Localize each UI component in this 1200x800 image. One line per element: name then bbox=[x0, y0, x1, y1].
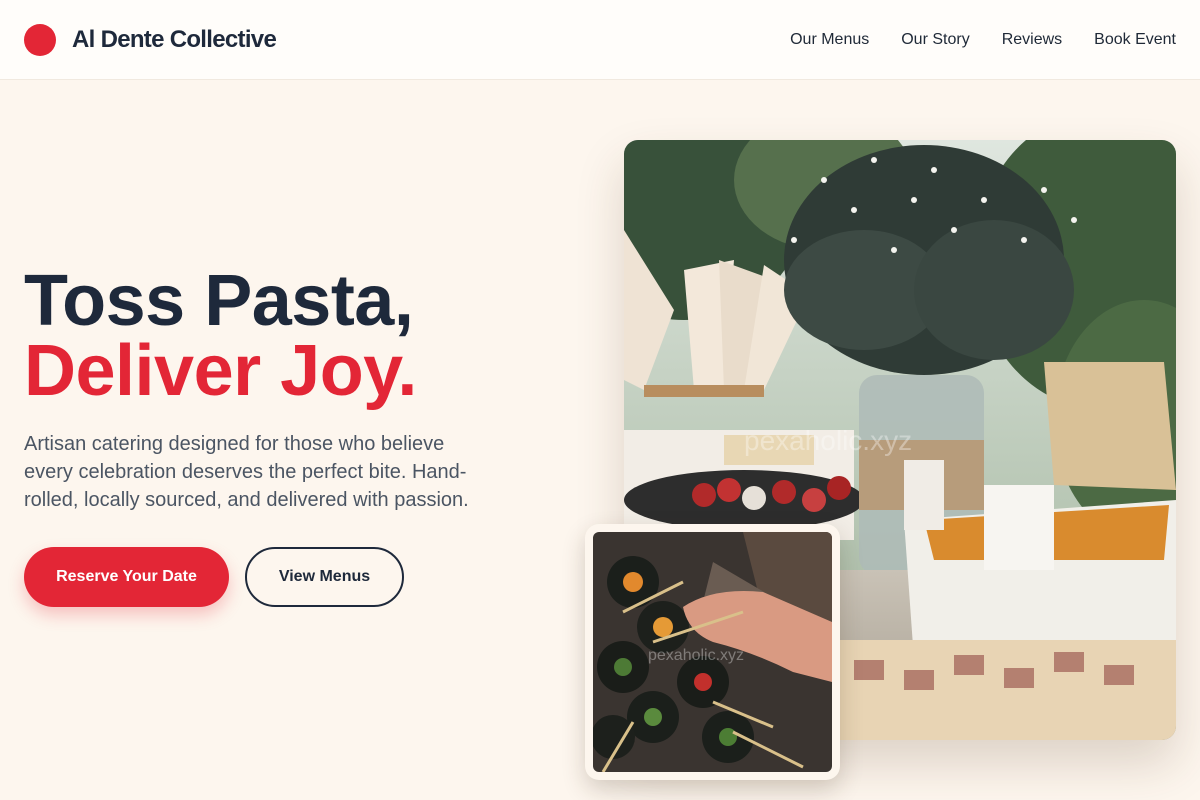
hero-title-line2: Deliver Joy. bbox=[24, 331, 417, 411]
svg-text:pexaholic.xyz: pexaholic.xyz bbox=[648, 647, 744, 664]
svg-text:pexaholic.xyz: pexaholic.xyz bbox=[744, 425, 912, 456]
site-header: Al Dente Collective Our Menus Our Story … bbox=[0, 0, 1200, 80]
reserve-date-button[interactable]: Reserve Your Date bbox=[24, 547, 229, 607]
inset-photo-frame: pexaholic.xyz bbox=[585, 524, 840, 780]
nav-our-menus[interactable]: Our Menus bbox=[790, 31, 869, 49]
hero-title-line1: Toss Pasta, bbox=[24, 261, 414, 341]
hero-section: Toss Pasta, Deliver Joy. Artisan caterin… bbox=[24, 261, 494, 607]
brand-name: Al Dente Collective bbox=[72, 25, 277, 53]
view-menus-button[interactable]: View Menus bbox=[245, 547, 404, 607]
nav-our-story[interactable]: Our Story bbox=[901, 31, 969, 49]
nav-book-event[interactable]: Book Event bbox=[1094, 31, 1176, 49]
nav-reviews[interactable]: Reviews bbox=[1002, 31, 1062, 49]
brand-logo[interactable]: Al Dente Collective bbox=[24, 23, 277, 56]
logo-dot-icon bbox=[24, 23, 56, 56]
appetizer-glasses-photo: pexaholic.xyz bbox=[593, 532, 832, 772]
cta-row: Reserve Your Date View Menus bbox=[24, 547, 494, 607]
hero-subtitle: Artisan catering designed for those who … bbox=[24, 433, 469, 511]
hero-title: Toss Pasta, Deliver Joy. bbox=[24, 261, 494, 411]
main-nav: Our Menus Our Story Reviews Book Event bbox=[790, 31, 1176, 49]
